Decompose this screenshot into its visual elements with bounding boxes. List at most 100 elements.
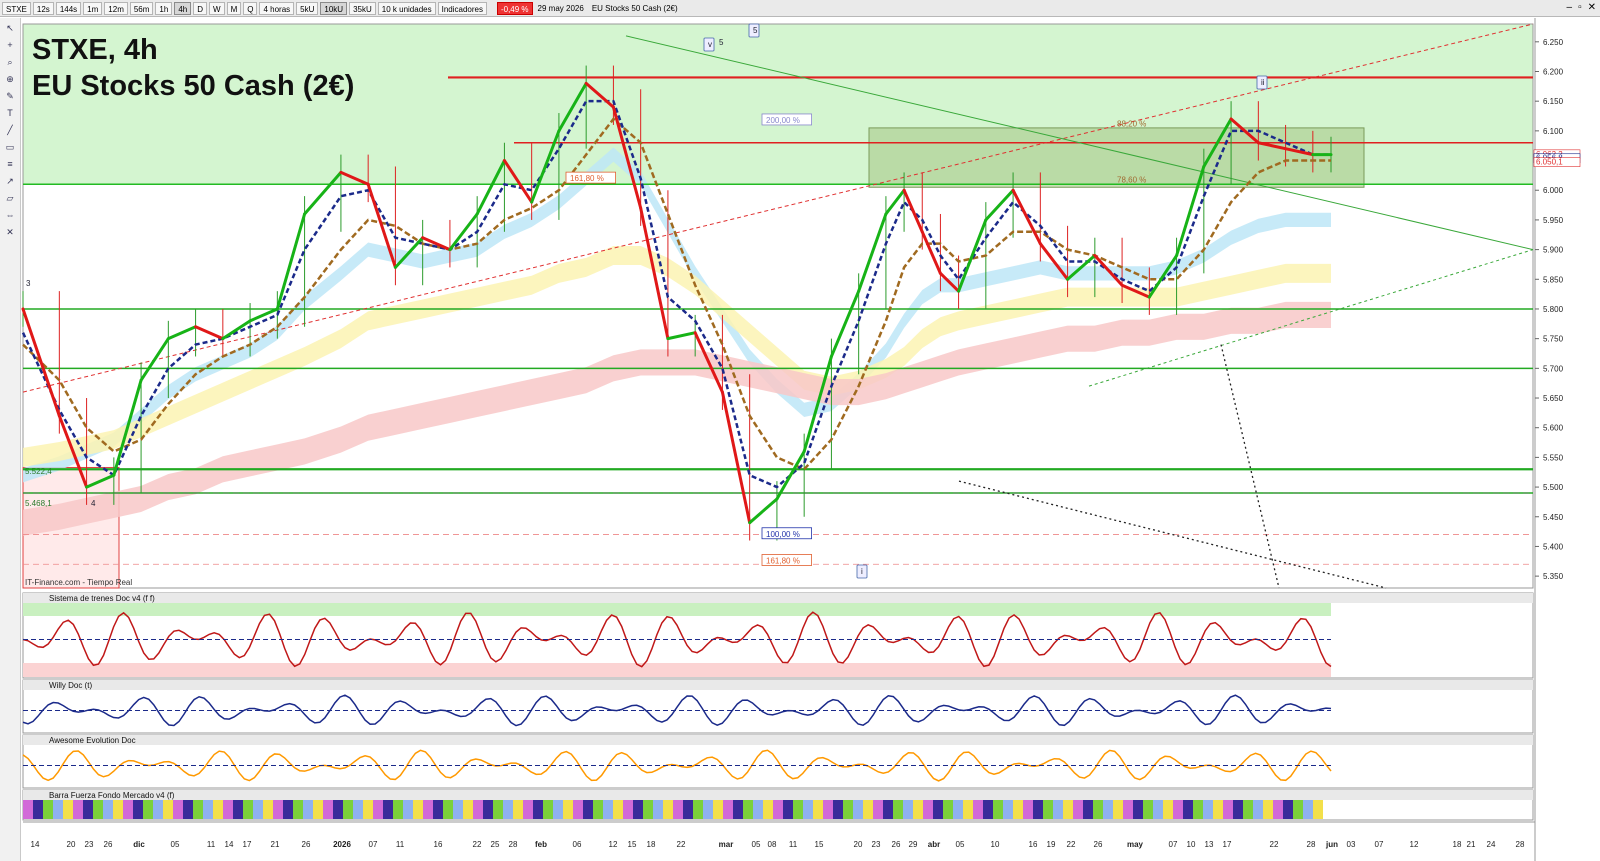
force-bar [1013, 800, 1023, 819]
x-tick-label: jun [1325, 840, 1338, 849]
brush-tool-icon[interactable]: ✎ [3, 89, 17, 103]
crosshair-tool-icon[interactable]: + [3, 38, 17, 52]
force-bar [363, 800, 373, 819]
fib-label-161-top: 161,80 % [570, 174, 604, 183]
fib-label-78: 78,60 % [1117, 176, 1146, 185]
timeframe-1h[interactable]: 1h [155, 1, 173, 15]
text-tool-icon[interactable]: T [3, 106, 17, 120]
trend-tool-icon[interactable]: ↗ [3, 174, 17, 188]
force-bar [713, 800, 723, 819]
y-tick-label: 6.250 [1543, 38, 1564, 47]
timeframe-Q[interactable]: Q [243, 1, 258, 15]
close-icon[interactable]: ✕ [1588, 2, 1596, 13]
magnet-tool-icon[interactable]: ⊕ [3, 72, 17, 86]
x-tick-label: 20 [67, 840, 76, 849]
force-bar [1113, 800, 1123, 819]
force-bar [453, 800, 463, 819]
force-bar [1293, 800, 1303, 819]
x-tick-label: 15 [628, 840, 637, 849]
x-tick-label: 25 [491, 840, 500, 849]
x-tick-label: 14 [31, 840, 40, 849]
symbol-select[interactable]: STXE [2, 1, 31, 15]
x-tick-label: dic [133, 840, 145, 849]
force-bar [573, 800, 583, 819]
force-bar [1053, 800, 1063, 819]
x-tick-label: 28 [509, 840, 518, 849]
force-bar [183, 800, 193, 819]
force-bar [1173, 800, 1183, 819]
indicators-button[interactable]: Indicadores [437, 1, 487, 15]
measure-tool-icon[interactable]: ⇔ [3, 208, 17, 222]
force-bar [353, 800, 363, 819]
force-bar [1033, 800, 1043, 819]
unit-35ku[interactable]: 35kU [349, 1, 376, 15]
force-bar [483, 800, 493, 819]
units-select[interactable]: 10 k unidades [377, 1, 436, 15]
x-tick-label: feb [535, 840, 547, 849]
x-tick-label: 07 [1169, 840, 1178, 849]
force-bar [343, 800, 353, 819]
force-bar [1213, 800, 1223, 819]
panel-title-2: Awesome Evolution Doc [49, 736, 136, 745]
minimize-icon[interactable]: – [1567, 2, 1573, 13]
x-tick-label: abr [928, 840, 940, 849]
force-bar [83, 800, 93, 819]
zoom-tool-icon[interactable]: ⌕ [3, 55, 17, 69]
timeframe-1m[interactable]: 1m [83, 1, 103, 15]
timeframe-D[interactable]: D [193, 1, 208, 15]
force-bar [493, 800, 503, 819]
force-bar [233, 800, 243, 819]
x-tick-label: 19 [1047, 840, 1056, 849]
y-tick-label: 6.000 [1543, 186, 1564, 195]
force-bar [1123, 800, 1133, 819]
y-tick-label: 6.200 [1543, 67, 1564, 76]
panel-header-2 [23, 735, 1533, 745]
force-bar [403, 800, 413, 819]
y-tick-label: 5.450 [1543, 513, 1564, 522]
force-bar [723, 800, 733, 819]
panel-header-1 [23, 680, 1533, 690]
force-bar [1243, 800, 1253, 819]
unit-10ku[interactable]: 10kU [320, 1, 348, 15]
timeframe-12m[interactable]: 12m [104, 1, 128, 15]
force-bar [773, 800, 783, 819]
force-bar [683, 800, 693, 819]
timeframe-144s[interactable]: 144s [55, 1, 82, 15]
force-bar [603, 800, 613, 819]
y-tick-label: 5.650 [1543, 394, 1564, 403]
timeframe-M[interactable]: M [226, 1, 242, 15]
x-tick-label: 12 [1410, 840, 1419, 849]
maximize-icon[interactable]: ▫ [1578, 2, 1582, 13]
timeframe-56m[interactable]: 56m [129, 1, 154, 15]
y-tick-label: 5.800 [1543, 305, 1564, 314]
channel-tool-icon[interactable]: ▱ [3, 191, 17, 205]
x-tick-label: 11 [396, 840, 405, 849]
x-tick-label: 07 [369, 840, 378, 849]
fib-label-161-bottom: 161,80 % [766, 556, 800, 565]
panel-header-0 [23, 593, 1533, 603]
rect-tool-icon[interactable]: ▭ [3, 140, 17, 154]
period-select[interactable]: 4 horas [259, 1, 295, 15]
force-bar [253, 800, 263, 819]
fib-tool-icon[interactable]: ≡ [3, 157, 17, 171]
x-tick-label: 22 [1270, 840, 1279, 849]
timeframe-W[interactable]: W [209, 1, 225, 15]
line-tool-icon[interactable]: ╱ [3, 123, 17, 137]
force-bar [423, 800, 433, 819]
x-tick-label: 18 [1453, 840, 1462, 849]
cursor-tool-icon[interactable]: ↖ [3, 21, 17, 35]
panel-title-3: Barra Fuerza Fondo Mercado v4 (f) [49, 791, 175, 800]
chart-area[interactable]: 200,00 % 161,80 % 88,20 % 78,60 % 100,00 % 16… [21, 18, 1600, 861]
left-toolbar: ↖ + ⌕ ⊕ ✎ T ╱ ▭ ≡ ↗ ▱ ⇔ ✕ [0, 18, 21, 861]
x-tick-label: 06 [573, 840, 582, 849]
delete-tool-icon[interactable]: ✕ [3, 225, 17, 239]
force-bar [263, 800, 273, 819]
x-tick-label: 28 [1307, 840, 1316, 849]
unit-5ku[interactable]: 5kU [296, 1, 319, 15]
timeframe-4h[interactable]: 4h [174, 1, 192, 15]
timeframe-12s[interactable]: 12s [32, 1, 54, 15]
y-tick-label: 5.900 [1543, 246, 1564, 255]
x-tick-label: 26 [302, 840, 311, 849]
force-bar [133, 800, 143, 819]
x-tick-label: 13 [1205, 840, 1214, 849]
